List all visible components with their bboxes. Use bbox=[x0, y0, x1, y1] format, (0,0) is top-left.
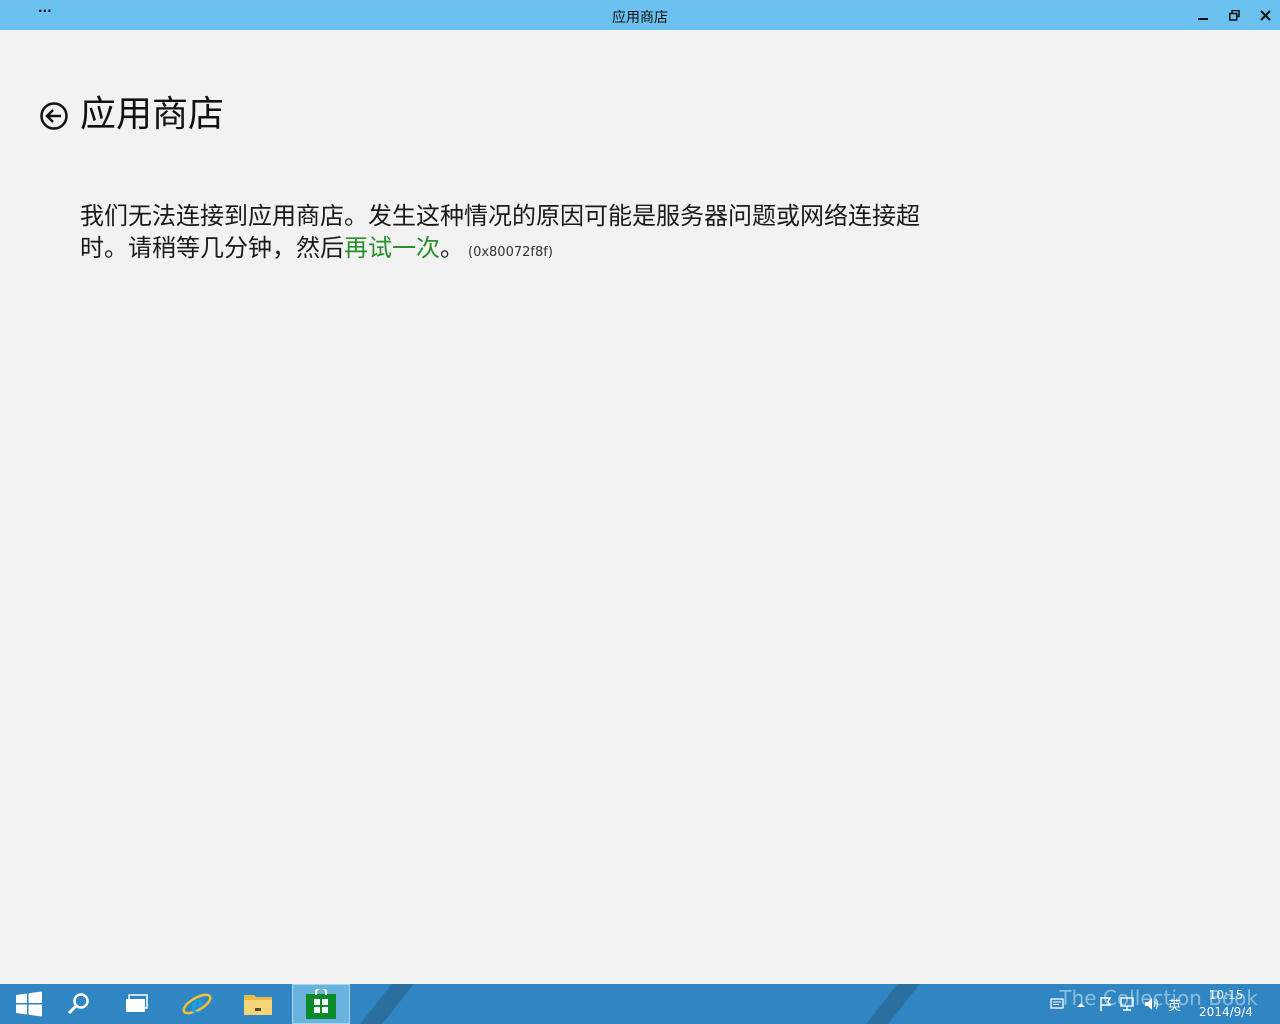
show-hidden-icons-icon[interactable] bbox=[1076, 1000, 1086, 1010]
taskbar-decoration bbox=[344, 984, 422, 1024]
internet-explorer-button[interactable]: e bbox=[168, 984, 226, 1024]
close-icon bbox=[1259, 9, 1271, 21]
store-button[interactable] bbox=[292, 984, 350, 1024]
minimize-icon bbox=[1198, 18, 1208, 20]
clock-date: 2014/9/4 bbox=[1199, 1005, 1253, 1019]
error-code: (0x80072f8f) bbox=[468, 245, 553, 260]
error-message-end: 。 bbox=[440, 234, 464, 262]
restore-icon bbox=[1228, 9, 1240, 21]
clock-time: 10:15 bbox=[1208, 988, 1244, 1002]
retry-link[interactable]: 再试一次 bbox=[344, 234, 440, 262]
windows-logo-icon bbox=[16, 991, 42, 1017]
window-title: 应用商店 bbox=[612, 10, 668, 26]
volume-icon[interactable] bbox=[1144, 996, 1160, 1012]
taskbar-decoration bbox=[850, 984, 928, 1024]
restore-button[interactable] bbox=[1219, 0, 1249, 30]
action-center-icon[interactable] bbox=[1050, 997, 1064, 1011]
search-icon bbox=[67, 993, 89, 1015]
search-button[interactable] bbox=[50, 984, 108, 1024]
file-explorer-button[interactable] bbox=[229, 984, 287, 1024]
close-button[interactable] bbox=[1250, 0, 1280, 30]
network-icon[interactable] bbox=[1120, 996, 1136, 1012]
clock[interactable]: 10:15 2014/9/4 bbox=[1190, 987, 1262, 1021]
task-view-button[interactable] bbox=[108, 984, 166, 1024]
back-arrow-icon bbox=[40, 102, 68, 130]
flag-icon[interactable] bbox=[1098, 996, 1114, 1012]
taskbar: e 英 10:15 2014/9/4 The Collection Book bbox=[0, 984, 1280, 1024]
ie-icon: e bbox=[182, 989, 212, 1020]
system-tray: 英 10:15 2014/9/4 The Collection Book bbox=[1020, 984, 1280, 1024]
window-titlebar: ··· 应用商店 bbox=[0, 0, 1280, 30]
page-title: 应用商店 bbox=[80, 94, 225, 135]
error-message: 我们无法连接到应用商店。发生这种情况的原因可能是服务器问题或网络连接超时。请稍等… bbox=[80, 200, 920, 269]
task-view-icon bbox=[126, 994, 148, 1012]
svg-text:e: e bbox=[191, 989, 203, 1020]
store-icon bbox=[306, 989, 336, 1019]
back-button[interactable] bbox=[39, 101, 69, 131]
folder-icon bbox=[244, 995, 272, 1015]
minimize-button[interactable] bbox=[1188, 0, 1218, 30]
input-language-indicator[interactable]: 英 bbox=[1168, 995, 1181, 1014]
